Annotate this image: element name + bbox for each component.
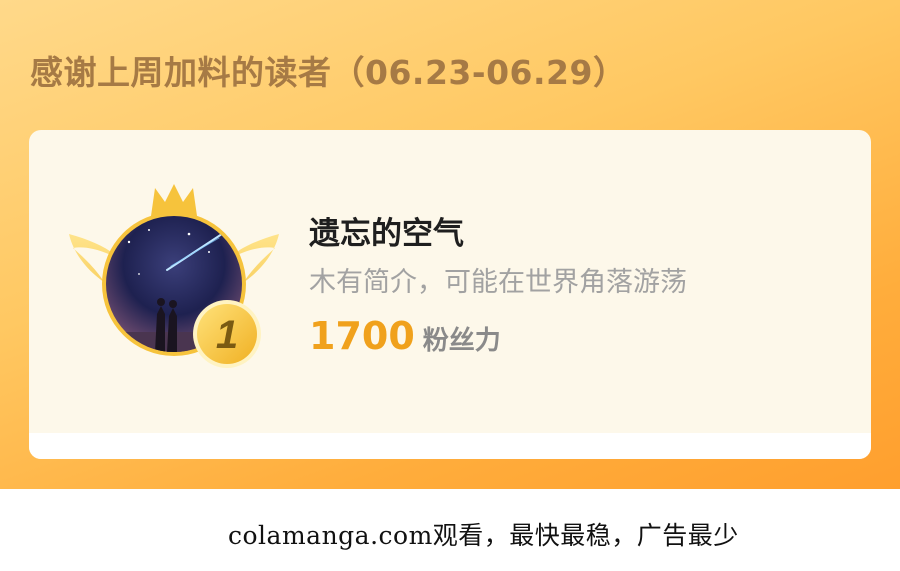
reader-info: 遗忘的空气 木有简介，可能在世界角落游荡 1700 粉丝力	[309, 214, 687, 366]
rank-badge-graphic: 1	[69, 184, 279, 368]
reader-name[interactable]: 遗忘的空气	[309, 214, 687, 254]
crown-icon	[151, 184, 197, 216]
top-reader-card[interactable]: 1 遗忘的空气 木有简介，可能在世界角落游荡 1700 粉丝力	[29, 130, 871, 459]
fan-power-value: 1700	[309, 314, 415, 358]
reader-bio: 木有简介，可能在世界角落游荡	[309, 267, 687, 298]
footer-watermark-text: colamanga.com观看，最快最稳，广告最少	[228, 521, 739, 550]
fan-power-row: 1700 粉丝力	[309, 314, 687, 366]
rank-badge: 1	[69, 182, 279, 372]
banner-title: 感谢上周加料的读者（06.23-06.29）	[30, 53, 627, 92]
card-bottom-strip	[29, 433, 871, 459]
fan-power-unit: 粉丝力	[422, 326, 501, 356]
rank-number: 1	[216, 313, 238, 357]
weekly-readers-banner: 感谢上周加料的读者（06.23-06.29） 1 遗忘的空气 木有简介，可能在世…	[0, 0, 900, 489]
